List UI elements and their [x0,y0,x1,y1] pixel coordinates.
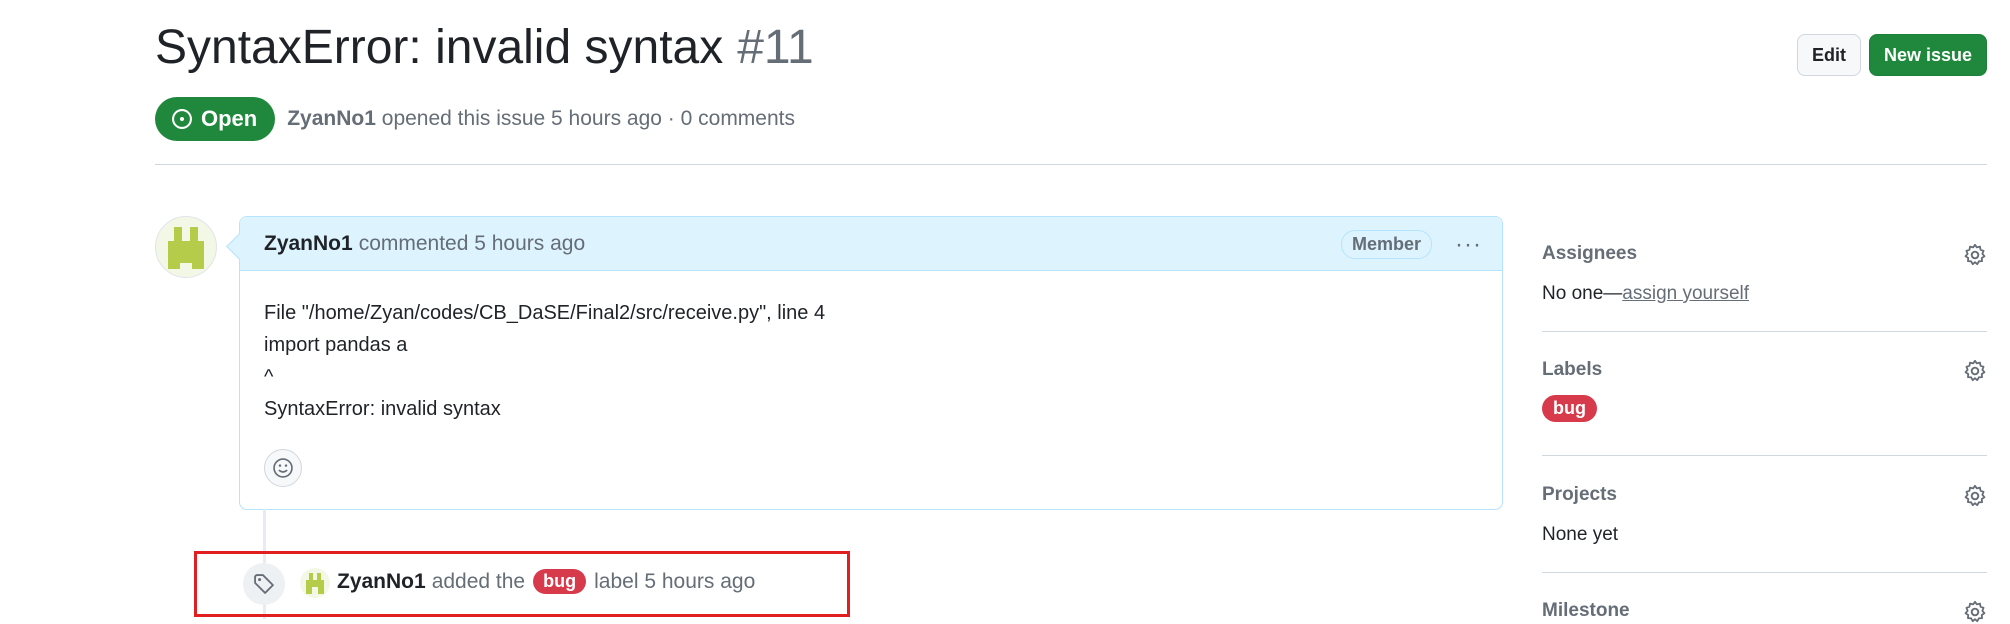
labels-heading: Labels [1542,359,1603,380]
header-divider [155,164,1987,165]
gear-icon[interactable] [1963,359,1987,383]
header-actions: Edit New issue [1796,34,1987,76]
sidebar-divider [1542,572,1987,573]
comment-line: File "/home/Zyan/codes/CB_DaSE/Final2/sr… [264,302,826,324]
add-reaction-button[interactable] [264,449,302,487]
issue-opened-icon [172,109,192,129]
label-event: ZyanNo1 added the bug label 5 hours ago [337,569,755,594]
sidebar-assignees: Assignees No one—assign yourself [1542,243,1987,305]
sidebar-bug-label[interactable]: bug [1542,395,1597,422]
meta-author[interactable]: ZyanNo1 [287,107,376,130]
state-badge: Open [155,97,276,141]
issue-number: #11 [737,21,814,74]
bug-label[interactable]: bug [533,569,587,594]
issue-comment: ZyanNo1 commented 5 hours ago Member ···… [239,216,1503,510]
projects-value: None yet [1542,524,1619,545]
author-avatar[interactable] [155,216,217,278]
assignees-heading: Assignees [1542,243,1638,264]
assignees-prefix: No one— [1542,283,1623,304]
event-time: label 5 hours ago [594,569,756,593]
sidebar-divider [1542,455,1987,456]
gear-icon[interactable] [1963,243,1987,267]
event-action: added the [431,569,526,593]
comment-header: ZyanNo1 commented 5 hours ago Member ··· [240,217,1502,271]
sidebar-divider [1542,331,1987,332]
comment-options-icon[interactable]: ··· [1455,231,1482,259]
smiley-icon [273,458,293,478]
sidebar-projects: Projects None yet [1542,484,1987,546]
issue-title-row: SyntaxError: invalid syntax #11 [155,20,814,75]
comment-line: import pandas a [264,334,408,356]
state-label: Open [201,106,258,131]
new-issue-button[interactable]: New issue [1868,34,1987,76]
event-author-avatar[interactable] [300,568,330,598]
comment-body: File "/home/Zyan/codes/CB_DaSE/Final2/sr… [240,271,1502,425]
identicon-icon [168,227,204,269]
comment-author[interactable]: ZyanNo1 [264,232,353,256]
gear-icon[interactable] [1963,484,1987,508]
comment-line: SyntaxError: invalid syntax [264,398,501,420]
gear-icon[interactable] [1963,600,1987,624]
assign-yourself-link[interactable]: assign yourself [1622,283,1749,304]
comment-line: ^ [264,366,274,388]
assignees-value: No one—assign yourself [1542,283,1987,305]
meta-text: ZyanNo1 opened this issue 5 hours ago · … [287,107,795,131]
edit-button[interactable]: Edit [1796,34,1861,76]
sidebar-labels: Labels bug [1542,359,1987,422]
issue-meta: Open ZyanNo1 opened this issue 5 hours a… [155,97,795,141]
member-badge: Member [1340,230,1432,259]
tag-icon [243,563,285,605]
issue-title: SyntaxError: invalid syntax [155,21,724,74]
projects-heading: Projects [1542,484,1617,505]
comment-timestamp[interactable]: commented 5 hours ago [359,232,585,256]
event-author[interactable]: ZyanNo1 [337,570,426,594]
meta-detail: opened this issue 5 hours ago · 0 commen… [381,107,795,130]
